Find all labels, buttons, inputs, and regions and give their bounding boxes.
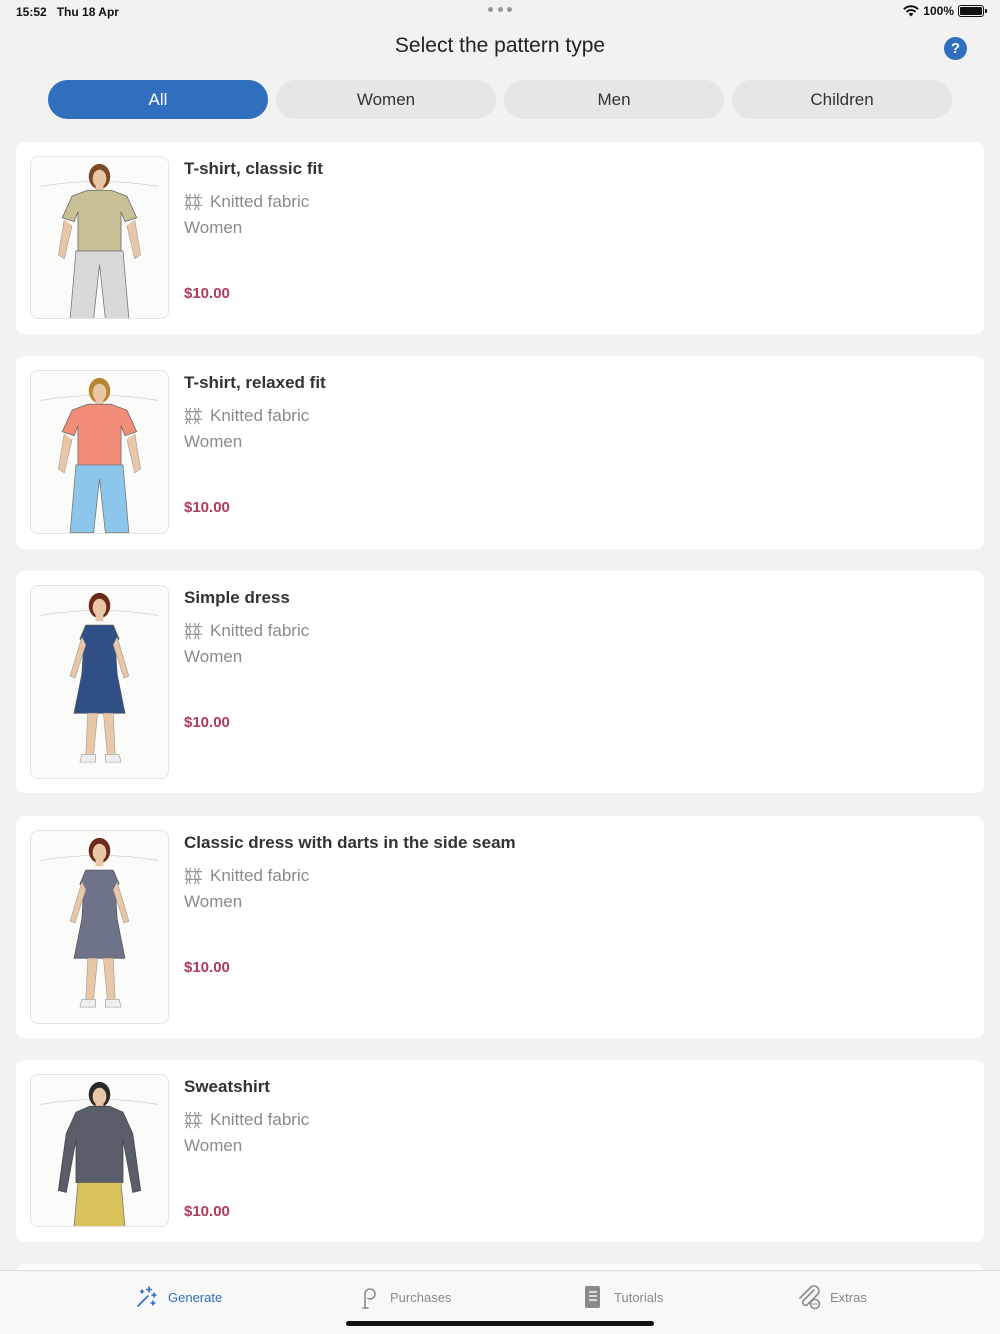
pattern-card[interactable]: Simple dress Knitted fabric Women $10.00 — [16, 571, 984, 793]
help-button[interactable]: ? — [944, 37, 967, 60]
pattern-category: Women — [184, 218, 243, 237]
pattern-thumbnail — [30, 1074, 169, 1227]
home-indicator[interactable] — [346, 1321, 654, 1326]
tab-generate[interactable]: Generate — [134, 1284, 222, 1310]
pattern-card[interactable]: T-shirt, relaxed fit Knitted fabric Wome… — [16, 356, 984, 549]
garment-sketch — [40, 592, 159, 763]
knit-fabric-icon — [184, 407, 203, 425]
pattern-title: Simple dress — [184, 588, 290, 607]
pattern-card[interactable]: T-shirt, classic fit Knitted fabric Wome… — [16, 142, 984, 334]
multitasking-dots-icon[interactable] — [488, 4, 512, 12]
book-icon — [585, 1286, 600, 1308]
page-title: Select the pattern type — [394, 34, 606, 57]
pattern-category: Women — [184, 1136, 243, 1155]
pattern-thumbnail — [30, 830, 169, 1024]
pattern-title: T-shirt, relaxed fit — [184, 373, 326, 392]
garment-sketch — [40, 377, 159, 533]
battery-percent: 100% — [923, 4, 954, 18]
tab-tutorials-label: Tutorials — [614, 1289, 664, 1305]
battery-icon — [958, 5, 987, 17]
knit-fabric-icon — [184, 1111, 203, 1129]
pattern-category: Women — [184, 432, 243, 451]
knit-fabric-icon — [184, 193, 203, 211]
fabric-label: Knitted fabric — [210, 865, 310, 885]
tab-purchases[interactable]: Purchases — [356, 1284, 451, 1310]
knit-fabric-icon — [184, 867, 203, 885]
status-bar: 15:52 Thu 18 Apr 100% — [0, 0, 1000, 24]
pattern-tool-icon — [362, 1288, 376, 1309]
garment-sketch — [40, 163, 159, 318]
pattern-price: $10.00 — [184, 499, 230, 516]
pattern-title: T-shirt, classic fit — [184, 159, 323, 178]
garment-sketch — [40, 1081, 159, 1226]
tab-extras[interactable]: Extras — [796, 1284, 867, 1310]
pattern-card[interactable]: Sweatshirt Knitted fabric Women $10.00 — [16, 1060, 984, 1242]
wifi-icon — [903, 5, 920, 17]
fabric-label: Knitted fabric — [210, 191, 310, 211]
paperclip-icon — [799, 1285, 821, 1310]
pattern-thumbnail — [30, 156, 169, 319]
garment-sketch — [40, 837, 159, 1008]
pattern-title: Sweatshirt — [184, 1077, 270, 1096]
pattern-price: $10.00 — [184, 285, 230, 302]
tab-generate-label: Generate — [168, 1289, 223, 1305]
status-date: Thu 18 Apr — [56, 5, 119, 19]
knit-fabric-icon — [184, 622, 203, 640]
pattern-price: $10.00 — [184, 959, 230, 976]
pattern-thumbnail — [30, 585, 169, 779]
pattern-category: Women — [184, 647, 243, 666]
status-indicators: 100% — [903, 4, 987, 18]
tab-tutorials[interactable]: Tutorials — [580, 1284, 663, 1310]
pattern-title: Classic dress with darts in the side sea… — [184, 833, 516, 852]
filter-all[interactable]: All — [48, 80, 268, 119]
fabric-label: Knitted fabric — [210, 620, 310, 640]
category-filter: All Women Men Children — [48, 80, 952, 119]
pattern-category: Women — [184, 892, 243, 911]
fabric-label: Knitted fabric — [210, 405, 310, 425]
tab-extras-label: Extras — [830, 1289, 867, 1305]
fabric-type: Knitted fabric — [183, 405, 309, 426]
filter-men[interactable]: Men — [504, 80, 724, 119]
pattern-price: $10.00 — [184, 1203, 230, 1220]
status-time: 15:52 Thu 18 Apr — [16, 5, 119, 19]
tab-purchases-label: Purchases — [390, 1289, 452, 1305]
filter-women[interactable]: Women — [276, 80, 496, 119]
pattern-thumbnail — [30, 370, 169, 534]
fabric-type: Knitted fabric — [183, 191, 309, 212]
fabric-type: Knitted fabric — [183, 865, 309, 886]
pattern-card[interactable]: Classic dress with darts in the side sea… — [16, 816, 984, 1038]
fabric-type: Knitted fabric — [183, 1109, 309, 1130]
sparkles-icon — [137, 1286, 157, 1307]
filter-children[interactable]: Children — [732, 80, 952, 119]
fabric-label: Knitted fabric — [210, 1109, 310, 1129]
status-time-value: 15:52 — [16, 5, 47, 19]
fabric-type: Knitted fabric — [183, 620, 309, 641]
pattern-price: $10.00 — [184, 714, 230, 731]
